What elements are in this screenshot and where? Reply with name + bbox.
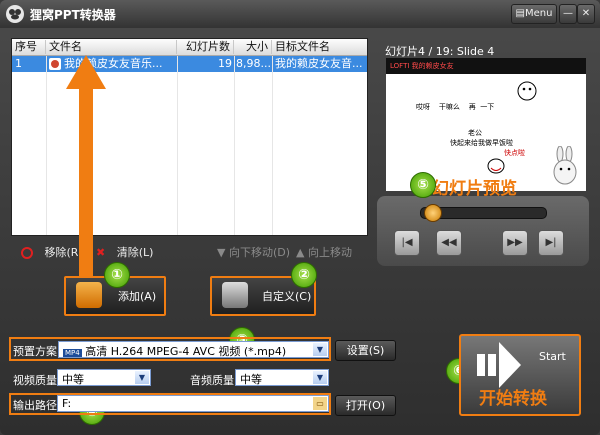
- app-window: 狸窝PPT转换器 ▤Menu — ✕ 序号 文件名 幻灯片数 大小 目标文件名 …: [0, 0, 600, 435]
- arrow-up-icon: ▲: [296, 246, 305, 259]
- menu-button[interactable]: ▤Menu: [511, 4, 557, 24]
- tools-icon: [222, 282, 248, 308]
- settings-button[interactable]: 设置(S): [335, 340, 396, 361]
- chevron-down-icon[interactable]: ▼: [313, 371, 327, 384]
- column-divider: [46, 56, 47, 235]
- remove-icon: [21, 247, 33, 259]
- output-path-input[interactable]: F: ▭: [57, 395, 329, 412]
- step-marker-1: ①: [104, 262, 130, 288]
- output-path-label: 输出路径:: [13, 399, 61, 412]
- clear-button[interactable]: ✖ 清除(L): [96, 243, 153, 263]
- cartoon-character-icon: [487, 158, 505, 174]
- cartoon-character-icon: [517, 81, 537, 101]
- slide-text-line: 哎呀 干嘛么 再 一下: [416, 103, 495, 111]
- preset-value-text: 高清 H.264 MPEG-4 AVC 视频 (*.mp4): [85, 345, 287, 358]
- column-divider: [234, 56, 235, 235]
- rewind-icon: ◀◀: [441, 237, 457, 248]
- column-header-target[interactable]: 目标文件名: [272, 40, 367, 54]
- menu-label: Menu: [524, 8, 553, 19]
- row-target: 我的赖皮女友音...: [275, 57, 363, 70]
- remove-button[interactable]: 移除(R): [21, 243, 83, 263]
- move-down-label: 向下移动(D): [228, 246, 291, 259]
- play-arrow-icon: [477, 342, 521, 388]
- arrow-down-icon: ▼: [217, 246, 226, 259]
- chevron-down-icon[interactable]: ▼: [313, 343, 327, 356]
- column-header-index[interactable]: 序号: [12, 40, 46, 54]
- file-list[interactable]: 序号 文件名 幻灯片数 大小 目标文件名 1 我的赖皮女友音乐... 19 8,…: [11, 38, 368, 236]
- folder-icon[interactable]: ▭: [313, 397, 327, 410]
- start-convert-button[interactable]: Start 开始转换: [459, 334, 581, 416]
- rewind-button[interactable]: ◀◀: [436, 230, 462, 256]
- remove-label: 移除(R): [44, 246, 83, 259]
- video-quality-value: 中等: [62, 373, 84, 386]
- step-marker-2: ②: [291, 262, 317, 288]
- move-down-button[interactable]: ▼ 向下移动(D): [217, 243, 290, 263]
- title-bar[interactable]: 狸窝PPT转换器 ▤Menu — ✕: [0, 0, 600, 28]
- audio-quality-value: 中等: [240, 373, 262, 386]
- slide-text-line: 快点啦: [504, 149, 525, 157]
- chevron-down-icon[interactable]: ▼: [135, 371, 149, 384]
- column-header-size[interactable]: 大小: [234, 40, 272, 54]
- row-index: 1: [15, 57, 22, 70]
- step-marker-5: ⑤: [410, 172, 436, 198]
- skip-start-icon: |◀: [401, 237, 413, 248]
- list-toolbar: 移除(R) ✖ 清除(L) ▼ 向下移动(D) ▲ 向上移动(U): [11, 243, 366, 279]
- custom-button-label: 自定义(C): [262, 290, 312, 303]
- output-path-value: F:: [62, 397, 72, 410]
- skip-start-button[interactable]: |◀: [394, 230, 420, 256]
- slide-logo: LOFTI 我的赖皮女友: [390, 62, 454, 70]
- window-title: 狸窝PPT转换器: [30, 8, 116, 22]
- app-logo-icon: [6, 5, 24, 23]
- fast-forward-button[interactable]: ▶▶: [502, 230, 528, 256]
- video-quality-select[interactable]: 中等 ▼: [57, 369, 151, 386]
- skip-end-icon: ▶|: [545, 237, 557, 248]
- add-file-icon: [76, 282, 102, 308]
- move-up-button[interactable]: ▲ 向上移动(U): [296, 243, 366, 279]
- annotation-arrow-head: [66, 55, 106, 89]
- column-header-filename[interactable]: 文件名: [46, 40, 177, 54]
- minimize-button[interactable]: —: [559, 4, 577, 24]
- audio-quality-label: 音频质量:: [190, 374, 238, 387]
- preview-header: 幻灯片4 / 19: Slide 4: [385, 45, 495, 58]
- audio-quality-select[interactable]: 中等 ▼: [235, 369, 329, 386]
- slide-text-line: 快起来给我做早饭啦: [450, 139, 513, 147]
- start-big-label: 开始转换: [479, 389, 547, 409]
- rabbit-icon: [553, 146, 577, 185]
- row-size: 8,98...: [236, 57, 270, 70]
- skip-end-button[interactable]: ▶|: [538, 230, 564, 256]
- row-slides: 19: [218, 57, 232, 70]
- slide-preview: LOFTI 我的赖皮女友 哎呀 干嘛么 再 一下 老公 快起来给我做早饭啦 快点…: [386, 58, 586, 191]
- column-header-slides[interactable]: 幻灯片数: [177, 40, 234, 54]
- slide-text-line: 老公: [468, 129, 482, 137]
- add-button-label: 添加(A): [118, 290, 157, 303]
- preset-select[interactable]: MP4 高清 H.264 MPEG-4 AVC 视频 (*.mp4) ▼: [58, 341, 329, 358]
- preset-value: MP4 高清 H.264 MPEG-4 AVC 视频 (*.mp4): [63, 343, 286, 359]
- start-small-label: Start: [539, 350, 566, 363]
- close-button[interactable]: ✕: [577, 4, 595, 24]
- open-folder-button[interactable]: 打开(O): [335, 395, 396, 416]
- preset-label: 预置方案:: [13, 345, 61, 358]
- menu-icon: ▤: [515, 8, 525, 19]
- annotation-arrow-shaft: [79, 86, 93, 282]
- video-quality-label: 视频质量:: [13, 374, 61, 387]
- column-divider: [272, 56, 273, 235]
- clear-label: 清除(L): [116, 246, 154, 259]
- clear-icon: ✖: [96, 246, 106, 259]
- file-list-header: 序号 文件名 幻灯片数 大小 目标文件名: [12, 39, 367, 56]
- mp4-format-icon: MP4: [63, 349, 82, 357]
- column-divider: [177, 56, 178, 235]
- ppt-file-icon: [48, 56, 62, 72]
- fast-forward-icon: ▶▶: [507, 237, 523, 248]
